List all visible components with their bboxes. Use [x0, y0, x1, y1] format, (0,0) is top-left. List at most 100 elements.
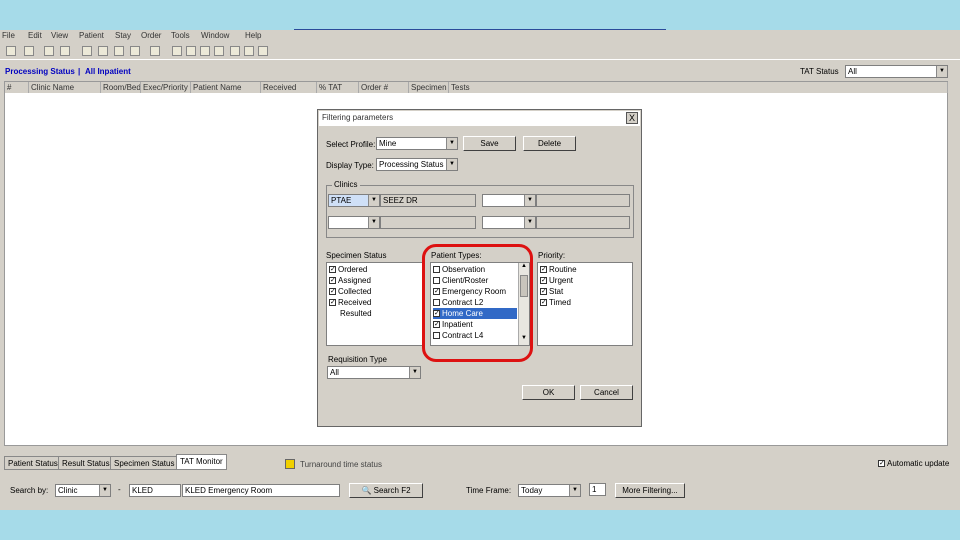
- processing-status-link[interactable]: Processing Status: [5, 67, 75, 76]
- more-filtering-button[interactable]: More Filtering...: [615, 483, 685, 498]
- time-frame-count[interactable]: 1: [589, 483, 606, 496]
- auto-update-label: Automatic update: [887, 459, 950, 468]
- clinic-code-select-2[interactable]: ▼: [482, 194, 536, 207]
- chevron-down-icon: ▼: [368, 217, 379, 228]
- car-icon[interactable]: [60, 46, 70, 56]
- copy-icon[interactable]: [98, 46, 108, 56]
- specimen-assigned[interactable]: Assigned: [329, 275, 371, 286]
- chevron-down-icon: ▼: [368, 195, 379, 206]
- tools-icon[interactable]: [200, 46, 210, 56]
- document2-icon[interactable]: [186, 46, 196, 56]
- tab-specimen-status[interactable]: Specimen Status: [110, 456, 179, 470]
- col-received[interactable]: Received: [261, 82, 317, 93]
- auto-update-checkbox[interactable]: Automatic update: [878, 459, 949, 468]
- requisition-type-value: All: [330, 368, 339, 377]
- specimen-received[interactable]: Received: [329, 297, 371, 308]
- col-exec-priority[interactable]: Exec/Priority: [141, 82, 191, 93]
- annotation-highlight: [422, 244, 533, 362]
- item-label: Assigned: [338, 276, 371, 285]
- tab-tat-monitor[interactable]: TAT Monitor: [176, 454, 227, 470]
- col-specimen[interactable]: Specimen: [409, 82, 449, 93]
- clinic-code-field[interactable]: KLED: [129, 484, 181, 497]
- menu-order[interactable]: Order: [141, 31, 161, 40]
- priority-list: Routine Urgent Stat Timed: [537, 262, 633, 346]
- save-button[interactable]: Save: [463, 136, 516, 151]
- dash: -: [118, 485, 121, 494]
- priority-stat[interactable]: Stat: [540, 286, 563, 297]
- search-by-label: Search by:: [10, 486, 49, 495]
- mail-icon[interactable]: [230, 46, 240, 56]
- col-number[interactable]: #: [5, 82, 29, 93]
- menu-file[interactable]: File: [2, 31, 15, 40]
- search-button[interactable]: 🔍 Search F2: [349, 483, 423, 498]
- document-icon[interactable]: [172, 46, 182, 56]
- search-icon: 🔍: [361, 486, 374, 495]
- menu-patient[interactable]: Patient: [79, 31, 104, 40]
- clinic-name-value: KLED Emergency Room: [185, 486, 273, 495]
- all-inpatient-link[interactable]: All Inpatient: [85, 67, 131, 76]
- clinic-code-select[interactable]: PTAE ▼: [328, 194, 380, 207]
- tat-status-select[interactable]: All ▼: [845, 65, 948, 78]
- display-type-select[interactable]: Processing Status ▼: [376, 158, 458, 171]
- dialog-title-text: Filtering parameters: [322, 113, 394, 122]
- separator: |: [78, 67, 81, 76]
- clinic-code-select-4[interactable]: ▼: [482, 216, 536, 229]
- col-clinic-name[interactable]: Clinic Name: [29, 82, 101, 93]
- edit-icon[interactable]: [44, 46, 54, 56]
- menu-window[interactable]: Window: [201, 31, 229, 40]
- select-profile-select[interactable]: Mine ▼: [376, 137, 458, 150]
- clinic-name-display: SEEZ DR: [380, 194, 476, 207]
- col-room-bed[interactable]: Room/Bed: [101, 82, 141, 93]
- close-icon[interactable]: X: [626, 112, 638, 124]
- menu-stay[interactable]: Stay: [115, 31, 131, 40]
- chart-icon[interactable]: [244, 46, 254, 56]
- check-icon[interactable]: [214, 46, 224, 56]
- open-icon[interactable]: [6, 46, 16, 56]
- priority-urgent[interactable]: Urgent: [540, 275, 573, 286]
- chevron-down-icon: ▼: [446, 138, 457, 149]
- checkbox-icon: [540, 277, 547, 285]
- item-label: Received: [338, 298, 372, 307]
- status-row: Processing Status | All Inpatient TAT St…: [0, 63, 960, 79]
- chevron-down-icon: ▼: [569, 485, 580, 496]
- delete-button[interactable]: Delete: [523, 136, 576, 151]
- col-tat[interactable]: % TAT: [317, 82, 359, 93]
- item-label: Timed: [549, 298, 571, 307]
- ok-button[interactable]: OK: [522, 385, 575, 400]
- priority-routine[interactable]: Routine: [540, 264, 577, 275]
- refresh-icon[interactable]: [24, 46, 34, 56]
- cancel-button[interactable]: Cancel: [580, 385, 633, 400]
- specimen-collected[interactable]: Collected: [329, 286, 371, 297]
- tab-result-status[interactable]: Result Status: [58, 456, 114, 470]
- clinic-name-value: SEEZ DR: [383, 196, 418, 205]
- clinic-code-value: KLED: [132, 486, 153, 495]
- time-frame-select[interactable]: Today ▼: [518, 484, 581, 497]
- menu-help[interactable]: Help: [245, 31, 261, 40]
- col-order-number[interactable]: Order #: [359, 82, 409, 93]
- checkbox-icon: [540, 299, 547, 307]
- clinic-code-select-3[interactable]: ▼: [328, 216, 380, 229]
- priority-label: Priority:: [538, 251, 566, 260]
- col-tests[interactable]: Tests: [449, 82, 948, 93]
- menu-tools[interactable]: Tools: [171, 31, 190, 40]
- clinics-group: [326, 185, 634, 238]
- tab-patient-status[interactable]: Patient Status: [4, 456, 62, 470]
- cut-icon[interactable]: [82, 46, 92, 56]
- col-patient-name[interactable]: Patient Name: [191, 82, 261, 93]
- print-icon[interactable]: [130, 46, 140, 56]
- search-by-select[interactable]: Clinic ▼: [55, 484, 111, 497]
- paste-icon[interactable]: [114, 46, 124, 56]
- time-frame-value: Today: [521, 486, 543, 495]
- menu-edit[interactable]: Edit: [28, 31, 42, 40]
- requisition-type-select[interactable]: All ▼: [327, 366, 421, 379]
- clinic-name-field[interactable]: KLED Emergency Room: [182, 484, 340, 497]
- menu-view[interactable]: View: [51, 31, 68, 40]
- checkbox-icon: [540, 266, 547, 274]
- specimen-ordered[interactable]: Ordered: [329, 264, 367, 275]
- chevron-down-icon: ▼: [936, 66, 947, 77]
- gear-icon[interactable]: [258, 46, 268, 56]
- specimen-resulted[interactable]: Resulted: [329, 308, 372, 319]
- help-icon[interactable]: [150, 46, 160, 56]
- priority-timed[interactable]: Timed: [540, 297, 571, 308]
- select-profile-label: Select Profile:: [326, 140, 376, 149]
